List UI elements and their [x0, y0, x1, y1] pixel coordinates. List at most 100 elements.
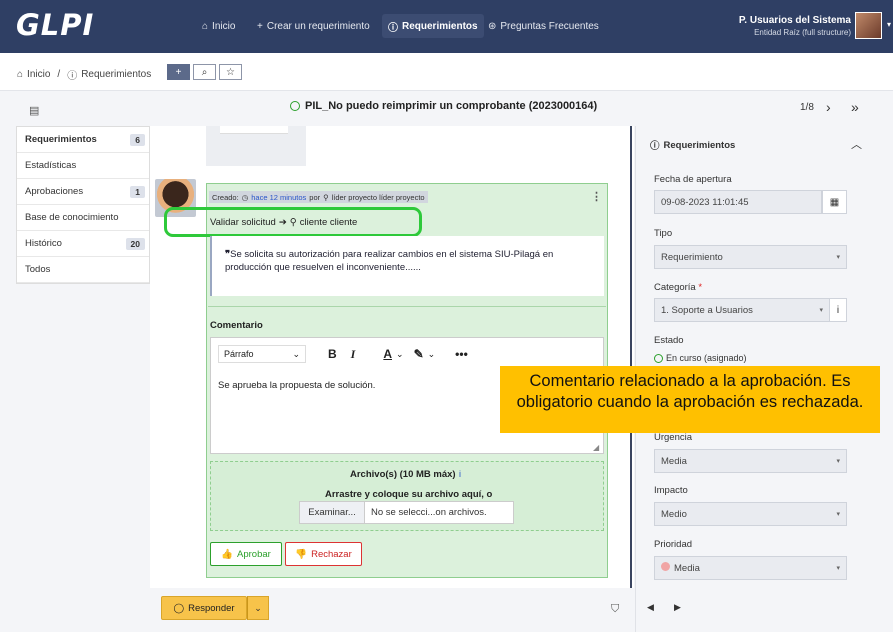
filter-icon[interactable]: ⛉ — [611, 603, 619, 616]
chevron-down-icon[interactable]: ⌄ — [428, 349, 436, 360]
impacto-select[interactable]: Medio ▾ — [654, 502, 847, 526]
urgencia-select[interactable]: Media ▾ — [654, 449, 847, 473]
caret-left-icon[interactable]: ◀ — [647, 602, 654, 613]
resize-handle-icon[interactable]: ◢ — [593, 443, 599, 452]
approve-button[interactable]: 👍 Aprobar — [210, 542, 282, 566]
drop-hint: Arrastre y coloque su archivo aquí, o — [325, 489, 493, 500]
validation-meta: Creado: ◷ hace 12 minutos por ⚲ líder pr… — [209, 191, 428, 203]
prioridad-label: Prioridad — [654, 539, 693, 550]
breadcrumb-home[interactable]: Inicio — [27, 69, 50, 80]
details-header[interactable]: ⓘ Requerimientos — [650, 138, 735, 153]
tab-estadisticas[interactable]: Estadísticas — [17, 153, 149, 179]
estado-label: Estado — [654, 335, 684, 346]
annotation-callout: Comentario relacionado a la aprobación. … — [500, 366, 880, 433]
nav-tickets[interactable]: ⓘ Requerimientos — [382, 14, 484, 38]
caret-down-icon: ▾ — [836, 458, 840, 465]
caret-down-icon: ▾ — [819, 307, 823, 314]
chevron-right-icon[interactable]: › — [826, 99, 831, 115]
categoria-select[interactable]: 1. Soporte a Usuarios ▾ — [654, 298, 830, 322]
impacto-label: Impacto — [654, 485, 688, 496]
lifebuoy-icon: ⊛ — [488, 20, 497, 32]
info-icon[interactable]: i — [829, 298, 847, 322]
user-avatar[interactable] — [855, 12, 882, 39]
add-ticket-button[interactable]: + — [167, 64, 190, 80]
fecha-label: Fecha de apertura — [654, 174, 732, 185]
tab-count: 1 — [130, 185, 145, 198]
files-label: Archivo(s) (10 MB máx) — [350, 469, 456, 480]
user-name: P. Usuarios del Sistema — [738, 15, 851, 26]
search-button[interactable]: ⌕ — [193, 64, 216, 80]
bookmark-button[interactable]: ☆ — [219, 64, 242, 80]
alert-circle-icon: ⓘ — [388, 22, 398, 34]
breadcrumb-tickets[interactable]: Requerimientos — [81, 69, 151, 80]
tab-count: 6 — [130, 133, 145, 146]
nav-faq[interactable]: ⊛ Preguntas Frecuentes — [482, 14, 605, 38]
italic-icon[interactable]: I — [351, 347, 356, 362]
file-name-display: No se selecci...on archivos. — [365, 501, 514, 524]
nav-home[interactable]: ⌂ Inicio — [196, 14, 241, 38]
prioridad-select[interactable]: Media ▾ — [654, 556, 847, 580]
glpi-logo[interactable]: GLPI — [16, 8, 94, 42]
tab-requerimientos[interactable]: Requerimientos 6 — [17, 127, 149, 153]
pager-position: 1/8 — [800, 102, 814, 113]
more-actions-icon[interactable]: ⋮ — [591, 190, 602, 203]
categoria-label: Categoría * — [654, 282, 703, 293]
previous-item-image-content — [220, 126, 288, 134]
paragraph-select[interactable]: Párrafo ⌄ — [218, 345, 306, 363]
calendar-icon[interactable]: ▦ — [822, 190, 847, 214]
more-options-icon[interactable]: ••• — [455, 347, 468, 361]
info-icon[interactable]: i — [459, 469, 461, 479]
editor-toolbar: Párrafo ⌄ B I A ⌄ ✎ ⌄ ••• — [218, 344, 598, 364]
list-icon[interactable]: ▤ — [29, 104, 39, 117]
chevron-down-icon: ⌄ — [254, 602, 262, 613]
comment-icon: ◯ — [173, 602, 185, 614]
tab-count: 20 — [125, 237, 145, 250]
panel-divider — [630, 126, 632, 588]
fecha-input[interactable]: 09-08-2023 11:01:45 — [654, 190, 822, 214]
comment-label: Comentario — [210, 320, 263, 331]
tab-aprobaciones[interactable]: Aprobaciones 1 — [17, 179, 149, 205]
reply-options-toggle[interactable]: ⌄ — [247, 596, 269, 620]
chevron-down-icon[interactable]: ⌄ — [396, 349, 404, 360]
chevrons-right-icon[interactable]: » — [851, 99, 859, 115]
tab-historico[interactable]: Histórico 20 — [17, 231, 149, 257]
status-circle-icon — [654, 353, 663, 363]
alert-circle-icon: ⓘ — [650, 141, 660, 152]
created-time: hace 12 minutos — [251, 192, 307, 202]
tipo-select[interactable]: Requerimiento ▾ — [654, 245, 847, 269]
thumbs-down-icon: 👎 — [295, 548, 308, 560]
clock-icon: ◷ — [241, 192, 249, 202]
breadcrumb: ⌂ Inicio / ⓘ Requerimientos — [17, 67, 151, 82]
user-icon: ⚲ — [323, 192, 329, 202]
top-navbar: GLPI ⌂ Inicio + Crear un requerimiento ⓘ… — [0, 0, 893, 53]
chevron-down-icon[interactable]: ▾ — [887, 20, 891, 29]
divider — [208, 306, 606, 307]
ticket-title: PIL_No puedo reimprimir un comprobante (… — [290, 100, 597, 112]
bold-icon[interactable]: B — [328, 347, 337, 361]
status-circle-icon — [290, 101, 300, 111]
text-color-icon[interactable]: A — [383, 347, 392, 361]
home-icon: ⌂ — [17, 69, 24, 80]
caret-down-icon: ▾ — [836, 565, 840, 572]
urgencia-label: Urgencia — [654, 432, 693, 443]
browse-button[interactable]: Examinar... — [299, 501, 365, 524]
chevron-up-icon[interactable]: ︿ — [851, 136, 862, 152]
editor-content[interactable]: Se aprueba la propuesta de solución. — [218, 380, 375, 391]
caret-down-icon: ▾ — [836, 254, 840, 261]
caret-right-icon[interactable]: ▶ — [674, 602, 681, 613]
ticket-tabs: Requerimientos 6 Estadísticas Aprobacion… — [16, 126, 150, 284]
ticket-header: ▤ PIL_No puedo reimprimir un comprobante… — [0, 91, 893, 125]
highlight-icon[interactable]: ✎ — [414, 347, 424, 361]
user-menu[interactable]: P. Usuarios del Sistema Entidad Raíz (fu… — [739, 15, 851, 37]
author-name[interactable]: líder proyecto líder proyecto — [332, 193, 425, 202]
estado-value[interactable]: En curso (asignado) — [654, 353, 747, 363]
reply-button[interactable]: ◯ Responder — [161, 596, 247, 620]
thumbs-up-icon: 👍 — [221, 548, 234, 560]
tab-todos[interactable]: Todos — [17, 257, 149, 283]
priority-dot-icon — [661, 562, 670, 571]
tipo-label: Tipo — [654, 228, 673, 239]
reject-button[interactable]: 👎 Rechazar — [285, 542, 362, 566]
tab-base-conocimiento[interactable]: Base de conocimiento — [17, 205, 149, 231]
nav-create-ticket[interactable]: + Crear un requerimiento — [251, 14, 376, 38]
breadcrumb-bar: ⌂ Inicio / ⓘ Requerimientos + ⌕ ☆ — [0, 53, 893, 91]
